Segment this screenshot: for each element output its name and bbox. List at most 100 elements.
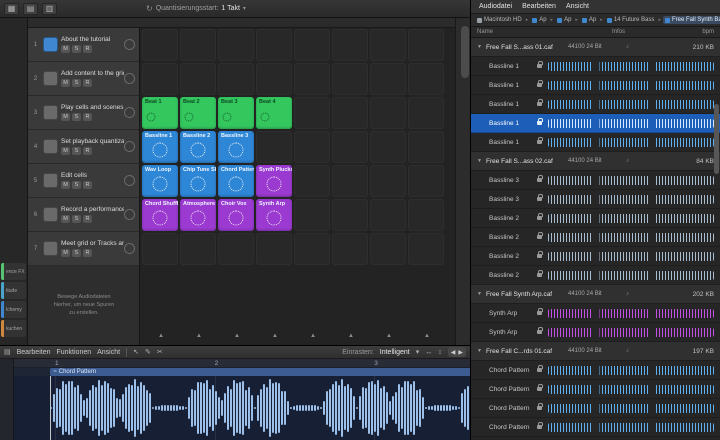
grid-cell-slot[interactable] (408, 131, 444, 163)
browser-menu-bearbeiten[interactable]: Bearbeiten (522, 3, 556, 10)
column-bpm[interactable]: bpm (684, 29, 714, 35)
region-row[interactable]: Bassline 2 (471, 209, 720, 228)
grid-cell-slot[interactable] (294, 29, 330, 61)
grid-cell-slot[interactable] (294, 233, 330, 265)
grid-cell-slot[interactable] (370, 97, 406, 129)
mute-button[interactable]: M (61, 181, 70, 189)
region-row[interactable]: Bassline 2 (471, 247, 720, 266)
grid-cell-slot[interactable] (218, 63, 254, 95)
loop-cell[interactable]: Atmosphere (180, 199, 216, 231)
scene-trigger[interactable]: ▲ (256, 333, 294, 339)
scene-trigger[interactable]: ▲ (332, 333, 370, 339)
audio-file-row[interactable]: ▼ Free Fall S...ass 02.caf 44100 24 Bit ♪ 84… (471, 152, 720, 171)
grid-cell-slot[interactable] (142, 233, 178, 265)
grid-cell-slot[interactable] (218, 233, 254, 265)
sidebar-toggle-icon[interactable]: ▤ (4, 348, 11, 356)
pointer-tool-icon[interactable]: ↖ (133, 348, 139, 356)
loop-cell[interactable]: Beat 3 (218, 97, 254, 129)
grid-cell-slot[interactable] (332, 63, 368, 95)
column-name[interactable]: Name (477, 29, 612, 35)
region-row[interactable]: Bassline 3 (471, 190, 720, 209)
audio-file-row[interactable]: ▼ Free Fall C...rds 01.caf 44100 24 Bit ♪ 19… (471, 342, 720, 361)
track-header[interactable]: 1 About the tutorial M S R (28, 28, 139, 62)
grid-cell-slot[interactable] (142, 29, 178, 61)
grid-cell-slot[interactable] (370, 233, 406, 265)
grid-cell-slot[interactable] (256, 233, 292, 265)
region-row[interactable]: Bassline 1 (471, 133, 720, 152)
region-row[interactable]: Chord Pattern (471, 418, 720, 437)
region-row[interactable]: Chord Pattern (471, 361, 720, 380)
vertical-zoom-icon[interactable]: ↕ (438, 349, 442, 356)
loop-cell[interactable]: Wav Loop (142, 165, 178, 197)
grid-cell-slot[interactable] (370, 165, 406, 197)
mute-button[interactable]: M (61, 215, 70, 223)
grid-cell-slot[interactable] (256, 131, 292, 163)
loop-cell[interactable]: Chord Pattern (218, 165, 254, 197)
column-infos[interactable]: Infos (612, 29, 684, 35)
loop-cell[interactable]: Beat 1 (142, 97, 178, 129)
disclosure-triangle-icon[interactable]: ▼ (477, 291, 486, 297)
record-enable-button[interactable]: R (83, 45, 92, 53)
breadcrumb-item[interactable]: Ap (580, 16, 598, 24)
grid-cell-slot[interactable] (256, 63, 292, 95)
grid-cell-slot[interactable] (294, 63, 330, 95)
snap-menu[interactable]: Intelligent (380, 349, 410, 356)
grid-cell-slot[interactable] (332, 165, 368, 197)
disclosure-triangle-icon[interactable]: ▼ (477, 158, 486, 164)
scrollbar-thumb[interactable] (714, 104, 719, 174)
scene-trigger[interactable]: ▲ (408, 333, 446, 339)
loop-cell[interactable]: Bassline 2 (180, 131, 216, 163)
region-row[interactable]: Bassline 1 (471, 76, 720, 95)
quantize-start-control[interactable]: ↻ Quantisierungsstart: 1 Takt ▾ (146, 2, 246, 15)
background-track-chip[interactable]: ttude (1, 282, 26, 299)
tracks-view-icon[interactable]: ▤ (23, 2, 38, 15)
prev-button[interactable]: ◀ (451, 349, 456, 356)
editor-menu-bearbeiten[interactable]: Bearbeiten (17, 349, 51, 356)
breadcrumb-item[interactable]: Macintosh HD (475, 16, 524, 24)
loop-cell[interactable]: Beat 4 (256, 97, 292, 129)
grid-cell-slot[interactable] (408, 97, 444, 129)
loop-cell[interactable]: Chip Tune Skit (180, 165, 216, 197)
grid-cell-slot[interactable] (370, 131, 406, 163)
grid-cell-slot[interactable] (294, 131, 330, 163)
solo-button[interactable]: S (72, 113, 81, 121)
mute-button[interactable]: M (61, 45, 70, 53)
solo-button[interactable]: S (72, 181, 81, 189)
record-enable-button[interactable]: R (83, 147, 92, 155)
scene-trigger[interactable]: ▲ (218, 333, 256, 339)
grid-cell-slot[interactable] (332, 97, 368, 129)
grid-scrollbar[interactable] (455, 18, 470, 345)
loop-cell[interactable]: Chord Shuffle (142, 199, 178, 231)
loop-cell[interactable]: Synth Plucks (256, 165, 292, 197)
region-row[interactable]: Bassline 1 (471, 114, 720, 133)
editor-menu-ansicht[interactable]: Ansicht (97, 349, 120, 356)
region-row[interactable]: Bassline 1 (471, 95, 720, 114)
scene-trigger[interactable]: ▲ (370, 333, 408, 339)
record-enable-button[interactable]: R (83, 181, 92, 189)
record-enable-button[interactable]: R (83, 249, 92, 257)
grid-cell-slot[interactable] (332, 233, 368, 265)
grid-cell-slot[interactable] (370, 199, 406, 231)
audio-file-row[interactable]: ▼ Free Fall Synth Arp.caf 44100 24 Bit ♪ 202… (471, 285, 720, 304)
grid-cell-slot[interactable] (408, 165, 444, 197)
breadcrumb-item[interactable]: 14 Future Bass (605, 16, 657, 24)
region-row[interactable]: Chord Pattern (471, 399, 720, 418)
grid-cell-slot[interactable] (332, 131, 368, 163)
breadcrumb-item[interactable]: Free Fall Synth Bass (662, 16, 720, 24)
browser-menu-ansicht[interactable]: Ansicht (566, 3, 589, 10)
grid-cell-slot[interactable] (180, 233, 216, 265)
record-enable-button[interactable]: R (83, 215, 92, 223)
scene-trigger[interactable]: ▲ (294, 333, 332, 339)
record-enable-button[interactable]: R (83, 79, 92, 87)
track-header[interactable]: 2 Add content to the grid M S R (28, 62, 139, 96)
background-track-chip[interactable]: kuchen (1, 320, 26, 337)
waveform-display[interactable] (14, 376, 470, 440)
editor-ruler[interactable]: 1 2 3 (14, 359, 470, 368)
scene-trigger[interactable]: ▲ (180, 333, 218, 339)
track-header[interactable]: 7 Meet grid or Tracks area content MSR (28, 232, 139, 266)
grid-cell-slot[interactable] (408, 233, 444, 265)
solo-button[interactable]: S (72, 249, 81, 257)
track-header[interactable]: 3 Play cells and scenes M S R (28, 96, 139, 130)
browser-scrollbar[interactable] (714, 40, 719, 437)
grid-cell-slot[interactable] (142, 63, 178, 95)
